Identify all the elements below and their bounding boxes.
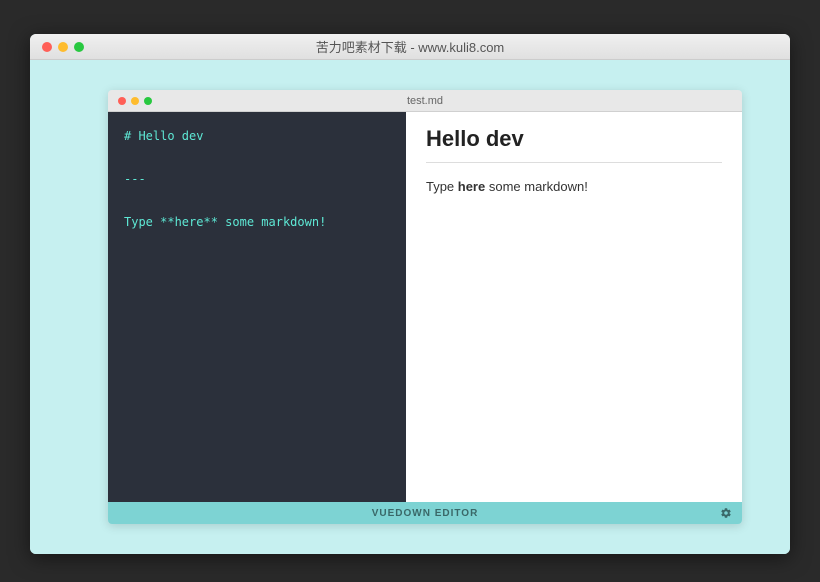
maximize-icon[interactable] bbox=[144, 97, 152, 105]
close-icon[interactable] bbox=[118, 97, 126, 105]
editor-app-window: test.md # Hello dev --- Type **here** so… bbox=[108, 90, 742, 524]
outer-window-body: test.md # Hello dev --- Type **here** so… bbox=[30, 60, 790, 554]
preview-divider bbox=[426, 162, 722, 163]
preview-paragraph: Type here some markdown! bbox=[426, 177, 722, 197]
preview-heading: Hello dev bbox=[426, 126, 722, 152]
markdown-source-editor[interactable]: # Hello dev --- Type **here** some markd… bbox=[108, 112, 406, 502]
filename-label: test.md bbox=[108, 95, 742, 107]
browser-window: 苦力吧素材下载 - www.kuli8.com test.md # Hello … bbox=[30, 34, 790, 554]
markdown-preview: Hello dev Type here some markdown! bbox=[406, 112, 742, 502]
minimize-icon[interactable] bbox=[58, 42, 68, 52]
footer-label: VUEDOWN EDITOR bbox=[372, 508, 479, 519]
close-icon[interactable] bbox=[42, 42, 52, 52]
editor-split: # Hello dev --- Type **here** some markd… bbox=[108, 112, 742, 502]
inner-window-controls bbox=[108, 97, 152, 105]
gear-icon[interactable] bbox=[720, 507, 732, 519]
outer-window-title: 苦力吧素材下载 - www.kuli8.com bbox=[30, 37, 790, 56]
outer-window-controls bbox=[30, 42, 84, 52]
preview-bold: here bbox=[458, 179, 485, 194]
preview-text: some markdown! bbox=[485, 179, 588, 194]
editor-footer: VUEDOWN EDITOR bbox=[108, 502, 742, 524]
preview-text: Type bbox=[426, 179, 458, 194]
minimize-icon[interactable] bbox=[131, 97, 139, 105]
maximize-icon[interactable] bbox=[74, 42, 84, 52]
outer-titlebar: 苦力吧素材下载 - www.kuli8.com bbox=[30, 34, 790, 60]
inner-titlebar: test.md bbox=[108, 90, 742, 112]
